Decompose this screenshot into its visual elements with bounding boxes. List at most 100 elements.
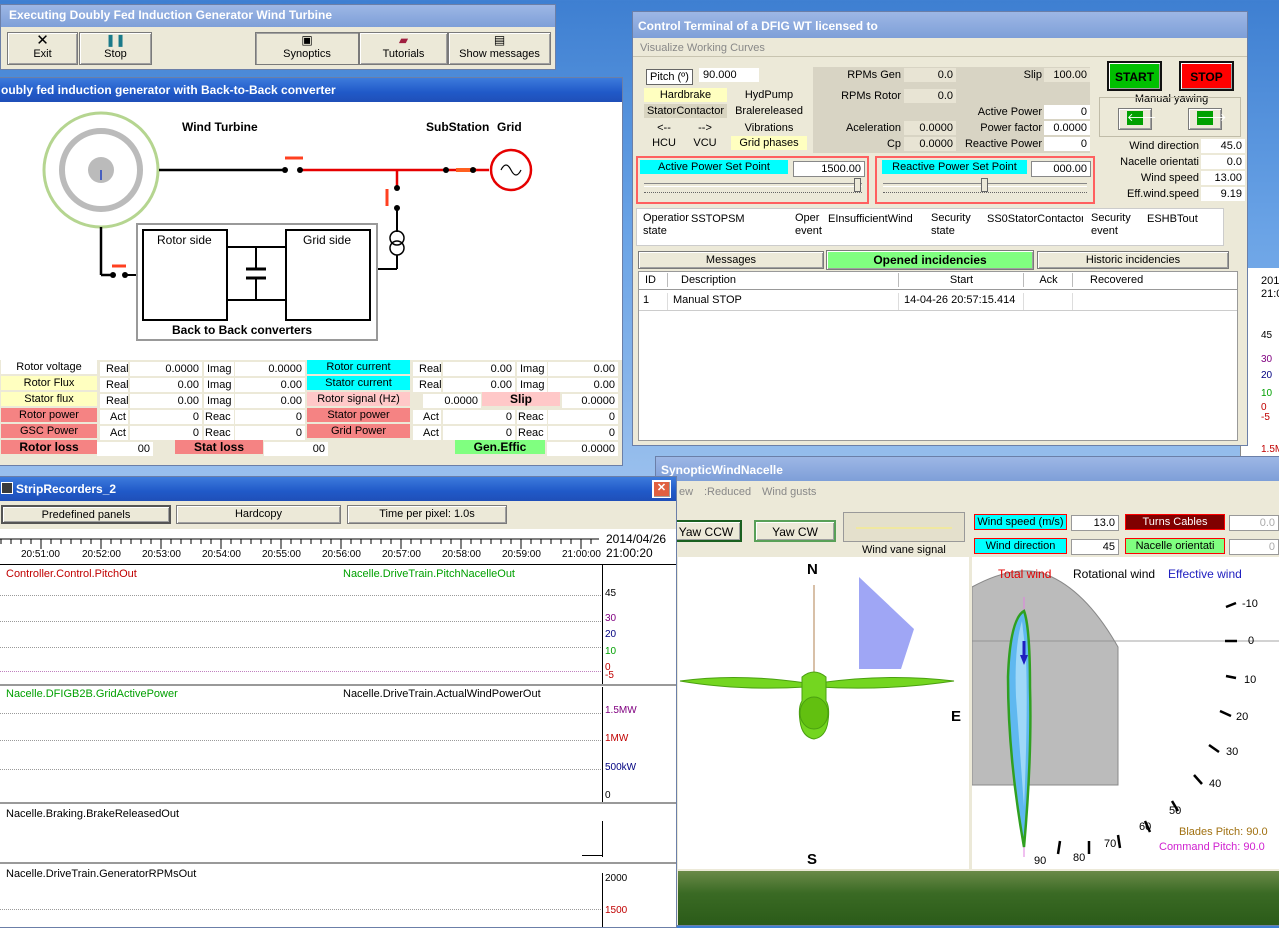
tutorials-button[interactable]: ▰ Tutorials: [359, 32, 448, 65]
main-window-title: Executing Doubly Fed Induction Generator…: [1, 5, 555, 27]
bg-mw: 1.5M: [1261, 444, 1279, 455]
rotor-power-reac-label: Reac: [204, 410, 234, 424]
synoptics-button[interactable]: ▣ Synoptics: [255, 32, 359, 65]
pitch-value: 90.000: [699, 68, 759, 82]
menu-visualize-curves[interactable]: Visualize Working Curves: [640, 41, 765, 55]
nacelle-orientation-value: 0.0: [1201, 155, 1245, 169]
substation-label: SubStation: [426, 120, 490, 134]
gsc-power-label: GSC Power: [1, 424, 97, 438]
start-button[interactable]: START: [1107, 61, 1162, 91]
p1-tick: 20: [605, 629, 617, 640]
active-sp-value[interactable]: 1500.00: [793, 161, 865, 177]
bg-time: 21:0: [1261, 288, 1279, 300]
yaw-left-button[interactable]: 🡐: [1118, 108, 1157, 130]
grid-power-label: Grid Power: [307, 424, 410, 438]
stop-button[interactable]: ❚❚ Stop: [79, 32, 152, 65]
active-power-setpoint[interactable]: Active Power Set Point 1500.00: [636, 156, 869, 204]
p1-tick: 30: [605, 613, 617, 624]
close-icon: ✕: [656, 482, 667, 494]
col-header-ack[interactable]: Ack: [1025, 273, 1073, 287]
reactive-power-setpoint[interactable]: Reactive Power Set Point 000.00: [875, 156, 1095, 204]
stat-loss-label: Stat loss: [175, 440, 263, 454]
rpms-rotor-value: 0.0: [904, 89, 956, 103]
active-sp-slider-thumb[interactable]: [854, 178, 861, 192]
exit-button[interactable]: ✕ Exit: [7, 32, 78, 65]
yaw-ccw-button[interactable]: Yaw CCW: [670, 520, 742, 542]
gen-effic-value: 0.0000: [547, 442, 618, 456]
strip-recorders-window: StripRecorders_2 ✕ Predefined panels Har…: [0, 476, 677, 928]
close-window-button[interactable]: ✕: [652, 480, 671, 498]
reactive-sp-slider-thumb[interactable]: [981, 178, 988, 192]
rotor-side-label: Rotor side: [157, 233, 212, 247]
rotor-flux-real-label: Real: [100, 378, 129, 392]
pause-icon: ❚❚: [105, 33, 126, 47]
time-tick: 20:51:00: [21, 549, 60, 560]
pitch-tick: -10: [1242, 598, 1258, 610]
yaw-cw-button[interactable]: Yaw CW: [754, 520, 836, 542]
col-header-start[interactable]: Start: [900, 273, 1024, 287]
bg-tick: 20: [1261, 370, 1273, 381]
col-header-recovered[interactable]: Recovered: [1074, 273, 1234, 287]
show-messages-button[interactable]: ▤ Show messages: [448, 32, 551, 65]
time-tick: 20:53:00: [142, 549, 181, 560]
hardcopy-button[interactable]: Hardcopy: [176, 505, 341, 524]
nacelle-orientation-label: Nacelle orientati: [1120, 156, 1199, 168]
menu-reduced[interactable]: :Reduced: [704, 485, 751, 499]
stator-power-reac-value: 0: [548, 410, 618, 424]
menu-wind-gusts[interactable]: Wind gusts: [762, 485, 816, 499]
stator-flux-real-label: Real: [100, 394, 129, 408]
menu-view[interactable]: ew: [679, 485, 693, 499]
bg-tick: 45: [1261, 330, 1273, 341]
messages-icon: ▤: [493, 33, 506, 47]
tab-historic-incidencies[interactable]: Historic incidencies: [1037, 251, 1229, 269]
power-factor-label: Power factor: [980, 122, 1042, 134]
stator-power-act-label: Act: [413, 410, 441, 424]
predefined-panels-button[interactable]: Predefined panels: [1, 505, 171, 524]
col-header-description[interactable]: Description: [669, 273, 899, 287]
p1-tick: 45: [605, 588, 617, 599]
row-ack: [1025, 293, 1073, 311]
main-window: Executing Doubly Fed Induction Generator…: [0, 4, 556, 70]
pitch-tick: 50: [1169, 805, 1182, 817]
reactive-sp-value[interactable]: 000.00: [1031, 161, 1091, 177]
p4-tick: 2000: [605, 873, 628, 884]
stator-flux-imag-label: Imag: [204, 394, 234, 408]
dfig-diagram: Wind Turbine SubStation Grid Rotor side …: [0, 102, 622, 360]
rotor-current-label: Rotor current: [307, 360, 410, 374]
rotor-power-act-value: 0: [130, 410, 202, 424]
wind-speed-label: Wind speed: [1140, 172, 1199, 184]
rotor-flux-label: Rotor Flux: [1, 376, 97, 390]
app-icon: [1, 482, 13, 494]
wind-direction-nac-value: 45: [1071, 539, 1119, 555]
rotor-power-label: Rotor power: [1, 408, 97, 422]
aceleration-label: Aceleration: [845, 122, 901, 134]
security-event-label: Security event: [1091, 212, 1131, 237]
aceleration-value: 0.0000: [904, 121, 956, 135]
yaw-right-indicator: -->: [698, 122, 712, 134]
yaw-right-button[interactable]: 🡒: [1188, 108, 1227, 130]
time-tick: 20:52:00: [82, 549, 121, 560]
col-header-id[interactable]: ID: [639, 273, 668, 287]
stator-current-real-label: Real: [413, 378, 442, 392]
cp-value: 0.0000: [904, 137, 956, 151]
compass-s: S: [807, 851, 818, 868]
rotor-voltage-real-label: Real: [100, 362, 129, 376]
tab-messages[interactable]: Messages: [638, 251, 824, 269]
time-tick: 20:55:00: [262, 549, 301, 560]
stator-flux-label: Stator flux: [1, 392, 97, 406]
book-icon: ▰: [398, 33, 409, 47]
statorcontactor-indicator: StatorContactor: [644, 104, 727, 118]
time-per-pixel-button[interactable]: Time per pixel: 1.0s: [347, 505, 507, 524]
rotor-flux-real-value: 0.00: [130, 378, 202, 392]
p2-tick: 1.5MW: [605, 705, 637, 716]
stator-flux-real-value: 0.00: [130, 394, 202, 408]
operator-state-value: SSTOPSM: [691, 213, 745, 225]
stop-terminal-button[interactable]: STOP: [1179, 61, 1234, 91]
time-tick: 20:54:00: [202, 549, 241, 560]
time-tick: 20:56:00: [322, 549, 361, 560]
stator-power-act-value: 0: [443, 410, 515, 424]
active-sp-slider-track[interactable]: [644, 183, 862, 187]
wind-vane-signal-display: [843, 512, 965, 542]
rotor-voltage-label: Rotor voltage: [1, 360, 97, 374]
tab-opened-incidencies[interactable]: Opened incidencies: [826, 250, 1034, 270]
